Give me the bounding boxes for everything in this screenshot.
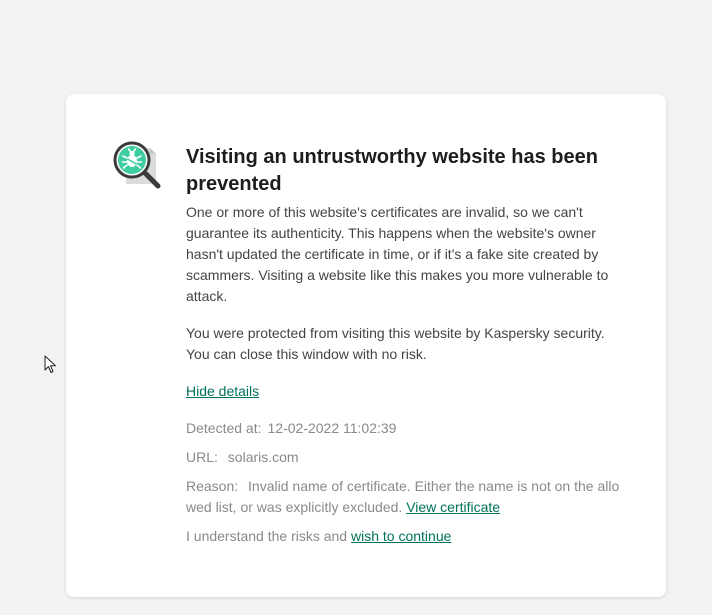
url-value: solaris.com [227,449,299,465]
continue-prefix: I understand the risks and [186,528,348,544]
continue-row: I understand the risks and wish to conti… [186,526,626,547]
view-certificate-link[interactable]: View certificate [406,499,500,515]
protection-note: You were protected from visiting this we… [186,325,605,362]
url-row: URL: solaris.com [186,447,626,468]
magnifier-bug-icon [112,140,164,192]
page-title: Visiting an untrustworthy website has be… [186,146,598,195]
reason-row: Reason: Invalid name of certificate. Eit… [186,476,626,518]
detected-row: Detected at: 12-02-2022 11:02:39 [186,418,626,439]
detected-label: Detected at: [186,420,262,436]
warning-card: Visiting an untrustworthy website has be… [66,94,666,597]
detected-value: 12-02-2022 11:02:39 [267,420,397,436]
mouse-cursor-icon [44,355,58,375]
description-text: One or more of this website's certificat… [186,204,609,304]
reason-value: Invalid name of certificate. Either the … [186,478,620,515]
url-label: URL: [186,449,218,465]
hide-details-link[interactable]: Hide details [186,381,259,402]
details-section: Detected at: 12-02-2022 11:02:39 URL: sol… [186,418,626,547]
continue-link[interactable]: wish to continue [351,528,451,544]
warning-content: Visiting an untrustworthy website has be… [186,144,626,547]
reason-label: Reason: [186,478,239,494]
